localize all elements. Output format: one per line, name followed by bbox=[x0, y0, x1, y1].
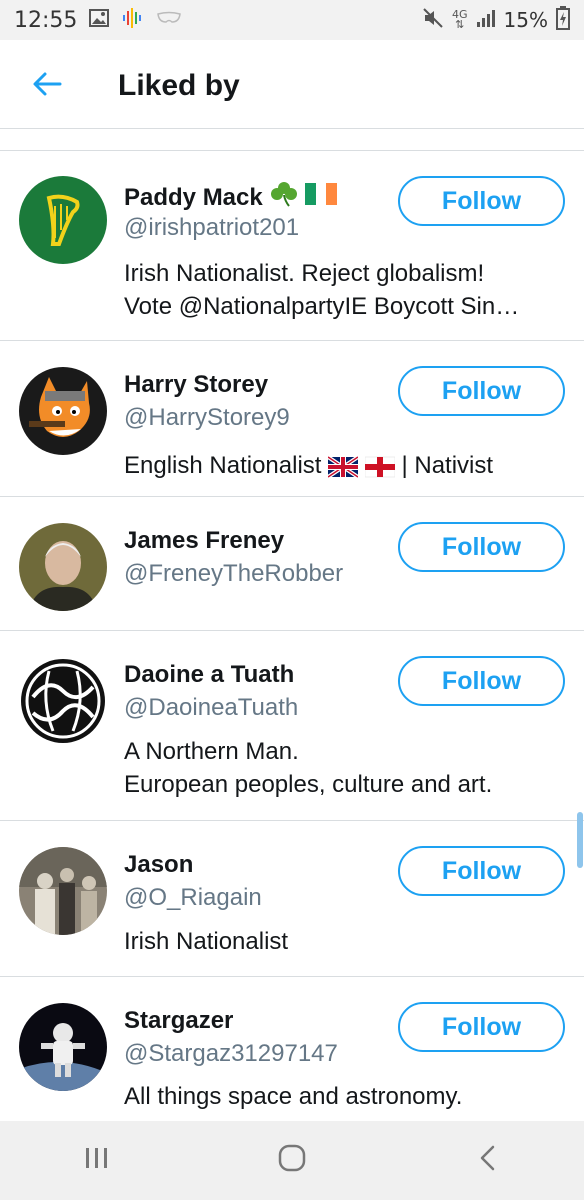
user-name[interactable]: Daoine a Tuath bbox=[124, 661, 294, 689]
user-handle[interactable]: @HarryStorey9 bbox=[124, 404, 290, 432]
follow-button[interactable]: Follow bbox=[398, 176, 565, 226]
follow-button[interactable]: Follow bbox=[398, 366, 565, 416]
podcast-icon bbox=[121, 7, 145, 34]
user-handle[interactable]: @irishpatriot201 bbox=[124, 214, 299, 242]
battery-icon bbox=[556, 5, 570, 35]
photo-man-avatar[interactable] bbox=[19, 523, 107, 611]
app-header: Liked by bbox=[0, 40, 584, 132]
mask-icon bbox=[157, 11, 182, 30]
user-handle[interactable]: @FreneyTheRobber bbox=[124, 560, 343, 588]
user-name[interactable]: Harry Storey bbox=[124, 371, 268, 399]
header-divider bbox=[0, 128, 584, 129]
user-name-text: Harry Storey bbox=[124, 371, 269, 398]
user-name-text: Jason bbox=[124, 851, 194, 878]
follow-button[interactable]: Follow bbox=[398, 656, 565, 706]
battery-percent: 15% bbox=[503, 8, 548, 32]
celtic-knot-avatar[interactable] bbox=[19, 657, 107, 745]
network-4g: 4G ⇅ bbox=[452, 8, 468, 31]
follow-button[interactable]: Follow bbox=[398, 522, 565, 572]
user-name[interactable]: Stargazer bbox=[124, 1007, 233, 1035]
signal-icon bbox=[476, 8, 496, 33]
cartoon-fox-avatar[interactable] bbox=[19, 367, 107, 455]
user-row[interactable]: Jason @O_Riagain Irish Nationalist Follo… bbox=[0, 821, 584, 977]
status-time: 12:55 bbox=[14, 7, 78, 33]
bio-line: European peoples, culture and art. bbox=[124, 771, 493, 798]
page-title: Liked by bbox=[118, 69, 240, 102]
liked-by-list: Paddy Mack @irishpatriot201 Irish Nation… bbox=[0, 151, 584, 1127]
back-icon bbox=[477, 1144, 497, 1177]
network-label: 4G bbox=[452, 8, 468, 21]
bio-text: | Nativist bbox=[401, 452, 494, 479]
user-name-text: James Freney bbox=[124, 527, 285, 554]
user-name-text: Paddy Mack bbox=[124, 183, 263, 211]
system-nav-bar bbox=[0, 1121, 584, 1200]
recent-apps-icon bbox=[83, 1146, 111, 1175]
user-bio: Irish Nationalist. Reject globalism! Vot… bbox=[124, 257, 564, 323]
user-row[interactable]: Paddy Mack @irishpatriot201 Irish Nation… bbox=[0, 151, 584, 341]
harp-avatar[interactable] bbox=[19, 176, 107, 264]
bio-text: English Nationalist bbox=[124, 452, 322, 479]
user-name-text: Daoine a Tuath bbox=[124, 661, 295, 688]
follow-button[interactable]: Follow bbox=[398, 846, 565, 896]
bio-line: Irish Nationalist. Reject globalism! bbox=[124, 260, 485, 287]
user-name-text: Stargazer bbox=[124, 1007, 234, 1034]
home-button[interactable] bbox=[252, 1131, 332, 1191]
recent-apps-button[interactable] bbox=[57, 1131, 137, 1191]
user-handle[interactable]: @DaoineaTuath bbox=[124, 694, 298, 722]
user-row[interactable]: James Freney @FreneyTheRobber Follow bbox=[0, 497, 584, 631]
user-bio: A Northern Man. European peoples, cultur… bbox=[124, 735, 564, 801]
mute-icon bbox=[422, 7, 444, 34]
user-row[interactable]: Daoine a Tuath @DaoineaTuath A Northern … bbox=[0, 631, 584, 821]
user-row[interactable]: Harry Storey @HarryStorey9 English Natio… bbox=[0, 341, 584, 497]
status-bar: 12:55 4G ⇅ 15% bbox=[0, 0, 584, 40]
user-handle[interactable]: @Stargaz31297147 bbox=[124, 1040, 338, 1068]
home-icon bbox=[277, 1143, 307, 1178]
user-bio: Irish Nationalist bbox=[124, 925, 564, 958]
user-row[interactable]: Stargazer @Stargaz31297147 All things sp… bbox=[0, 977, 584, 1127]
shamrock-emoji bbox=[269, 181, 299, 214]
back-arrow-icon bbox=[32, 71, 62, 102]
back-button[interactable] bbox=[24, 63, 70, 109]
user-bio: English Nationalist | Nativist bbox=[124, 449, 564, 482]
user-bio: All things space and astronomy. bbox=[124, 1080, 564, 1113]
follow-button[interactable]: Follow bbox=[398, 1002, 565, 1052]
scrollbar[interactable] bbox=[577, 812, 583, 868]
bio-line: Vote @NationalpartyIE Boycott Sin… bbox=[124, 293, 520, 320]
bio-line: Irish Nationalist bbox=[124, 928, 289, 955]
user-handle[interactable]: @O_Riagain bbox=[124, 884, 262, 912]
user-name[interactable]: Jason bbox=[124, 851, 193, 879]
image-icon bbox=[89, 8, 110, 32]
user-name[interactable]: Paddy Mack bbox=[124, 181, 337, 214]
back-nav-button[interactable] bbox=[447, 1131, 527, 1191]
astronaut-avatar[interactable] bbox=[19, 1003, 107, 1091]
bio-line: All things space and astronomy. bbox=[124, 1083, 463, 1110]
uk-flag-emoji bbox=[328, 452, 365, 479]
ireland-flag-emoji bbox=[304, 183, 337, 212]
bio-line: English Nationalist | Nativist bbox=[124, 449, 564, 482]
bio-line: A Northern Man. bbox=[124, 738, 299, 765]
england-flag-emoji bbox=[364, 452, 402, 479]
user-name[interactable]: James Freney bbox=[124, 527, 284, 555]
family-photo-avatar[interactable] bbox=[19, 847, 107, 935]
